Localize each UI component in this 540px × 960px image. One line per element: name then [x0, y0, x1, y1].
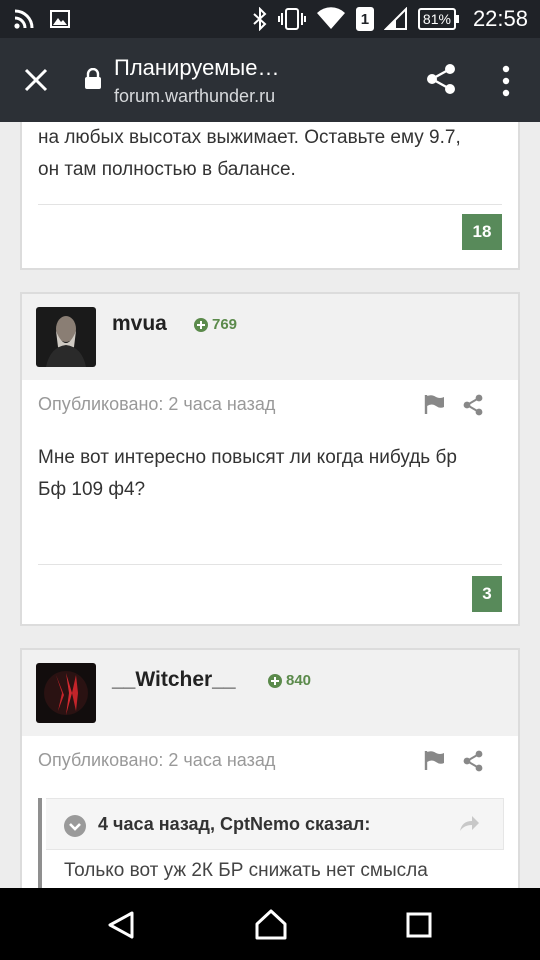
post-header: mvua 769: [22, 294, 518, 380]
chevron-down-icon[interactable]: [64, 815, 86, 837]
quote-citation: 4 часа назад, CptNemo сказал:: [98, 814, 371, 834]
sim-icon: 1: [355, 7, 374, 31]
avatar[interactable]: [36, 307, 96, 367]
post-text-line: Бф 109 ф4?: [38, 479, 146, 500]
plus-circle-icon: [268, 673, 282, 688]
forum-post: на любых высотах выжимает. Оставьте ему …: [20, 122, 520, 270]
reputation: 840: [268, 672, 311, 689]
reputation: 769: [194, 316, 237, 333]
lock-icon: [85, 68, 101, 89]
signal-icon: [383, 7, 407, 30]
image-icon: [50, 10, 70, 28]
overflow-menu-icon[interactable]: [496, 64, 516, 98]
share-icon[interactable]: [462, 394, 484, 416]
forum-post: __Witcher__ 840 Опубликовано: 2 часа наз…: [20, 648, 520, 888]
close-icon[interactable]: [20, 64, 52, 96]
quote-header[interactable]: 4 часа назад, CptNemo сказал:: [46, 798, 504, 850]
username[interactable]: __Witcher__: [112, 668, 236, 692]
post-header: __Witcher__ 840: [22, 650, 518, 736]
published-time: Опубликовано: 2 часа назад: [38, 750, 276, 770]
divider: [38, 564, 502, 565]
system-nav-bar: [0, 888, 540, 960]
avatar-image: [36, 307, 96, 367]
post-text-line: на любых высотах выжимает. Оставьте ему …: [38, 127, 461, 148]
post-meta: Опубликовано: 2 часа назад: [22, 736, 518, 786]
status-time: 22:58: [472, 6, 528, 31]
quote-text: Только вот уж 2К БР снижать нет смысла: [64, 860, 428, 881]
home-icon[interactable]: [254, 908, 288, 940]
share-icon[interactable]: [462, 750, 484, 772]
status-bar: 1 81% 22:58: [0, 0, 540, 38]
divider: [38, 204, 502, 205]
share-icon[interactable]: [424, 62, 458, 96]
go-to-quote-icon[interactable]: [458, 813, 480, 833]
recent-apps-icon[interactable]: [406, 912, 432, 938]
battery-level: 81%: [417, 8, 456, 30]
forum-post: mvua 769 Опубликовано: 2 часа назад Мне …: [20, 292, 520, 626]
forum-content[interactable]: на любых высотах выжимает. Оставьте ему …: [0, 122, 540, 888]
flag-icon[interactable]: [424, 750, 446, 770]
page-title: Планируемые…: [114, 55, 280, 80]
battery-icon: 81%: [417, 8, 459, 30]
vibrate-icon: [277, 8, 306, 30]
rss-icon: [14, 9, 34, 29]
plus-circle-icon: [194, 317, 208, 332]
published-time: Опубликовано: 2 часа назад: [38, 394, 276, 414]
post-meta: Опубликовано: 2 часа назад: [22, 380, 518, 430]
wifi-icon: [316, 7, 345, 29]
back-icon[interactable]: [106, 910, 136, 940]
reaction-count-badge[interactable]: 18: [462, 214, 502, 250]
post-text-line: он там полностью в балансе.: [38, 159, 296, 180]
browser-toolbar: Планируемые… forum.warthunder.ru: [0, 38, 540, 122]
reaction-count-badge[interactable]: 3: [472, 576, 502, 612]
reputation-count: 840: [286, 672, 312, 689]
post-text-line: Мне вот интересно повысят ли когда нибуд…: [38, 447, 457, 468]
username[interactable]: mvua: [112, 312, 167, 336]
page-url: forum.warthunder.ru: [114, 86, 276, 106]
quote-block: 4 часа назад, CptNemo сказал: Только вот…: [38, 798, 504, 888]
reputation-count: 769: [212, 316, 238, 333]
flag-icon[interactable]: [424, 394, 446, 414]
bluetooth-icon: [253, 7, 267, 31]
avatar-image: [36, 663, 96, 723]
avatar[interactable]: [36, 663, 96, 723]
